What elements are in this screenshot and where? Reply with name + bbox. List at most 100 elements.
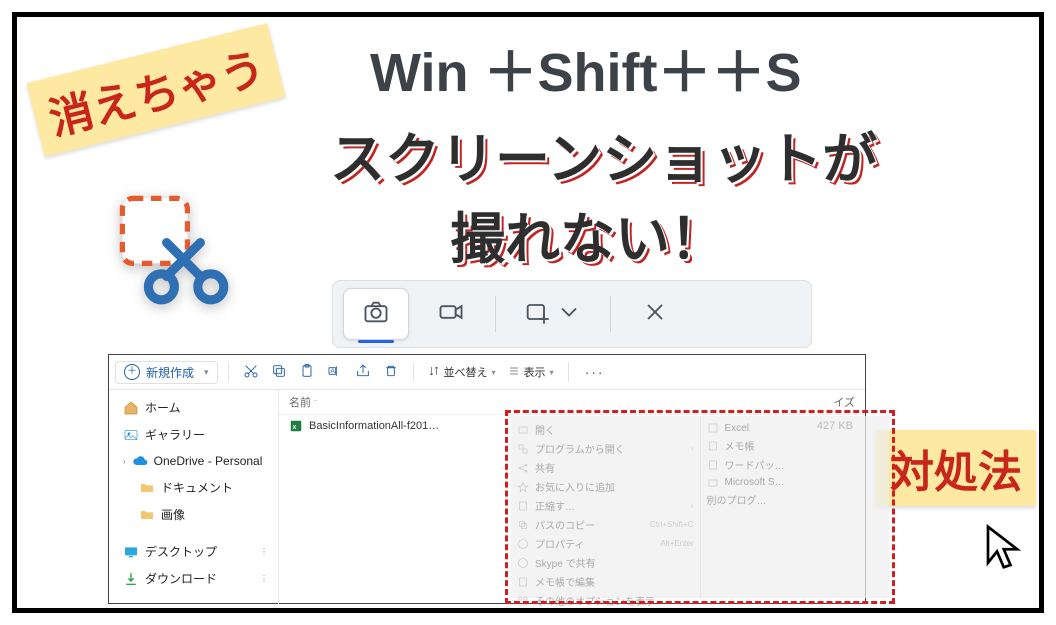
title-shortcut: Win ＋Shift＋＋S <box>370 28 801 107</box>
view-icon <box>508 365 520 380</box>
excel-icon <box>707 422 719 434</box>
rename-button[interactable]: A <box>323 360 347 384</box>
sidebar-item-onedrive[interactable]: › OneDrive - Personal <box>117 450 274 472</box>
chevron-right-icon: › <box>123 457 126 466</box>
sidebar-item-label: ホーム <box>145 399 181 416</box>
ctx-properties[interactable]: プロパティAlt+Enter <box>517 536 694 551</box>
delete-button[interactable] <box>379 360 403 384</box>
chevron-down-icon <box>555 298 583 331</box>
svg-text:x: x <box>293 424 297 431</box>
new-snip-icon <box>523 298 551 331</box>
more-button[interactable]: ··· <box>579 364 611 380</box>
pin-icon: ⋮ <box>260 547 268 556</box>
scissors-icon <box>243 363 259 382</box>
new-snip-button[interactable] <box>508 289 598 339</box>
ctx-more[interactable]: その他のオプションを表示 <box>517 593 694 608</box>
ctx-share[interactable]: 共有 <box>517 460 694 475</box>
cut-button[interactable] <box>239 360 263 384</box>
share-icon <box>517 462 529 474</box>
note-icon <box>517 576 529 588</box>
share-icon <box>355 363 371 382</box>
sidebar-item-label: ドキュメント <box>161 479 233 496</box>
sort-icon <box>428 365 440 380</box>
paste-button[interactable] <box>295 360 319 384</box>
sort-menu-label: 並べ替え <box>444 364 488 380</box>
ctx-sub-other[interactable]: 別のプログ… <box>707 492 884 507</box>
skype-icon <box>517 557 529 569</box>
store-icon <box>707 476 719 488</box>
toolbar-divider <box>610 296 611 332</box>
snipping-toolbar <box>332 280 812 348</box>
chevron-down-icon: ▾ <box>492 368 496 377</box>
doc-icon <box>707 459 719 471</box>
open-icon <box>517 424 529 436</box>
sort-menu[interactable]: 並べ替え ▾ <box>424 364 500 380</box>
copy-button[interactable] <box>267 360 291 384</box>
chevron-down-icon: ▾ <box>550 368 554 377</box>
cursor-arrow-icon <box>979 520 1033 574</box>
info-icon <box>517 538 529 550</box>
ctx-sub-store[interactable]: Microsoft S… <box>707 476 884 488</box>
plus-icon: ＋ <box>124 364 140 380</box>
ctx-open[interactable]: 開く <box>517 422 694 437</box>
sidebar-item-documents[interactable]: ドキュメント <box>117 476 274 499</box>
desktop-icon <box>123 544 139 560</box>
sidebar-item-label: 画像 <box>161 506 185 523</box>
note-icon <box>707 440 719 452</box>
view-menu[interactable]: 表示 ▾ <box>504 364 558 380</box>
star-icon <box>517 481 529 493</box>
share-button[interactable] <box>351 360 375 384</box>
ctx-skype[interactable]: Skype で共有 <box>517 555 694 570</box>
ctx-open-with[interactable]: プログラムから開く› <box>517 441 694 456</box>
open-with-icon <box>517 443 529 455</box>
more-horizontal-icon: ··· <box>585 364 605 380</box>
sidebar-item-label: ダウンロード <box>145 570 217 587</box>
camera-icon <box>362 298 390 331</box>
excel-file-icon: x <box>289 419 303 433</box>
file-name: BasicInformationAll-f201… <box>309 420 509 432</box>
ctx-sub-wordpad[interactable]: ワードパッ… <box>707 457 884 472</box>
ctx-notepad[interactable]: メモ帳で編集 <box>517 574 694 589</box>
clipboard-icon <box>299 363 315 382</box>
new-button[interactable]: ＋ 新規作成 ▾ <box>115 361 218 384</box>
ctx-compress[interactable]: 正縮す…› <box>517 498 694 513</box>
sidebar-item-label: OneDrive - Personal <box>154 454 263 468</box>
ctx-favorite[interactable]: お気に入りに追加 <box>517 479 694 494</box>
close-snip-button[interactable] <box>623 289 687 339</box>
title-line-3: 撮れない！ <box>450 194 725 274</box>
home-icon <box>123 400 139 416</box>
view-menu-label: 表示 <box>524 364 546 380</box>
download-icon <box>123 571 139 587</box>
divider <box>413 362 414 382</box>
svg-text:A: A <box>330 368 335 375</box>
ctx-copy-path[interactable]: パスのコピーCtrl+Shift+C <box>517 517 694 532</box>
divider <box>228 362 229 382</box>
badge-solution: 対処法 <box>876 430 1036 506</box>
explorer-sidebar: ホーム ギャラリー › OneDrive - Personal ドキュメント <box>109 390 279 604</box>
cloud-icon <box>132 453 148 469</box>
sidebar-item-gallery[interactable]: ギャラリー <box>117 423 274 446</box>
ctx-sub-notepad[interactable]: メモ帳 <box>707 438 884 453</box>
ctx-sub-excel[interactable]: Excel <box>707 422 884 434</box>
snip-photo-tab[interactable] <box>343 288 409 340</box>
col-size[interactable]: イズ <box>823 394 865 410</box>
explorer-toolbar: ＋ 新規作成 ▾ A 並べ替え ▾ 表示 ▾ <box>109 355 865 390</box>
sidebar-item-pictures[interactable]: 画像 <box>117 503 274 526</box>
toolbar-divider <box>495 296 496 332</box>
zip-icon <box>517 500 529 512</box>
copy-icon <box>271 363 287 382</box>
trash-icon <box>383 363 399 382</box>
sidebar-item-downloads[interactable]: ダウンロード ⋮ <box>117 567 274 590</box>
more-icon <box>517 595 529 607</box>
new-button-label: 新規作成 <box>146 364 194 381</box>
file-explorer-window: ＋ 新規作成 ▾ A 並べ替え ▾ 表示 ▾ <box>108 354 866 604</box>
sidebar-item-desktop[interactable]: デスクトップ ⋮ <box>117 540 274 563</box>
sidebar-item-home[interactable]: ホーム <box>117 396 274 419</box>
close-icon <box>641 298 669 331</box>
title-line-2: スクリーンショットが <box>330 114 877 194</box>
context-menu[interactable]: 開く プログラムから開く› 共有 お気に入りに追加 正縮す…› パスのコピーCt… <box>511 416 889 598</box>
snip-video-tab[interactable] <box>419 289 483 339</box>
folder-icon <box>139 480 155 496</box>
col-name[interactable]: 名前 ˇ <box>279 394 509 410</box>
gallery-icon <box>123 427 139 443</box>
